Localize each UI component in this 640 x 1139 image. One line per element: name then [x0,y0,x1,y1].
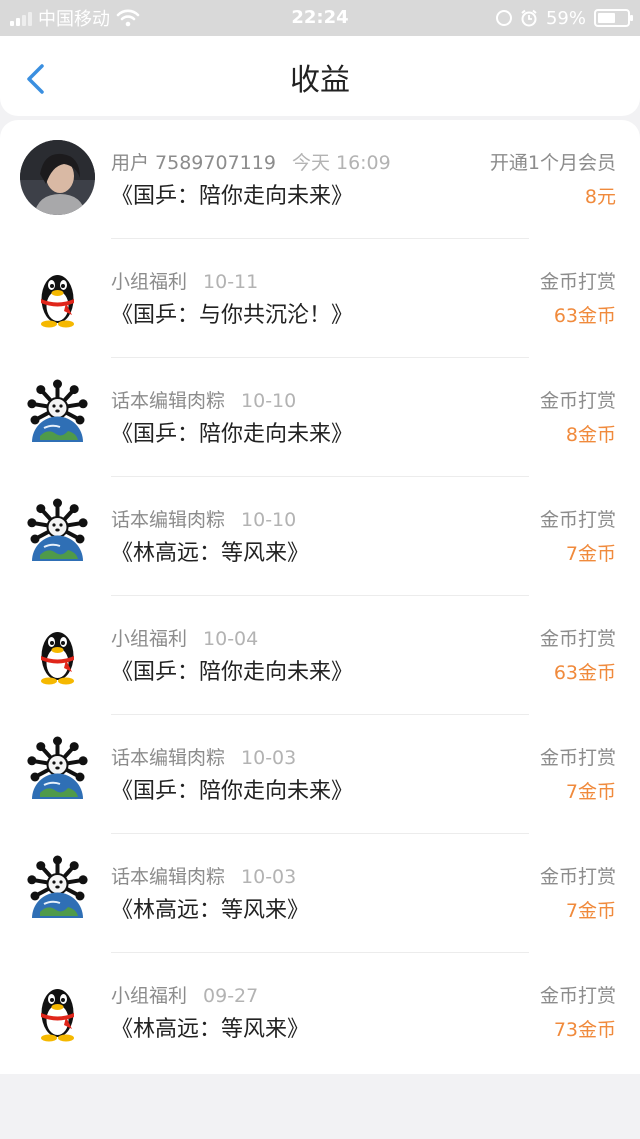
entry-amount: 8金币 [565,424,616,446]
entry-time: 09-27 [203,985,259,1007]
entry-time: 10-04 [203,628,259,650]
avatar[interactable] [20,735,95,810]
entry-meta: 话本编辑肉粽 10-10 [111,505,296,532]
entry-meta: 小组福利 10-04 [111,624,258,651]
entry-type: 金币打赏 [539,509,616,531]
list-item[interactable]: 话本编辑肉粽 10-10 《林高远：等风来》 金币打赏 7金币 [0,477,640,596]
entry-user: 话本编辑肉粽 [111,866,226,888]
status-bar: 中国移动 22:24 59% [0,0,640,36]
entry-time: 10-11 [203,271,259,293]
avatar[interactable] [20,140,95,215]
rotation-lock-icon [495,10,512,26]
entry-type: 开通1个月会员 [489,152,616,174]
entry-book-title: 《国乒：陪你走向未来》 [111,660,354,685]
entry-type: 金币打赏 [539,390,616,412]
list-item[interactable]: 话本编辑肉粽 10-03 《林高远：等风来》 金币打赏 7金币 [0,834,640,953]
entry-book-title: 《国乒：陪你走向未来》 [111,422,354,447]
avatar[interactable] [20,973,95,1048]
entry-user: 小组福利 [111,271,188,293]
entry-time: 10-03 [241,747,297,769]
entry-amount: 63金币 [553,662,616,684]
nav-header: 收益 [0,36,640,116]
avatar[interactable] [20,259,95,334]
entry-user: 用户 7589707119 [111,152,276,174]
entry-type: 金币打赏 [539,628,616,650]
list-item[interactable]: 话本编辑肉粽 10-10 《国乒：陪你走向未来》 金币打赏 8金币 [0,358,640,477]
entry-amount: 8元 [584,186,616,208]
page-title: 收益 [290,63,350,98]
entry-meta: 话本编辑肉粽 10-03 [111,862,296,889]
entry-amount: 7金币 [565,543,616,565]
avatar[interactable] [20,854,95,929]
list-item[interactable]: 用户 7589707119 今天 16:09 《国乒：陪你走向未来》 开通1个月会员 8… [0,120,640,239]
entry-type: 金币打赏 [539,985,616,1007]
list-item[interactable]: 小组福利 10-04 《国乒：陪你走向未来》 金币打赏 63金币 [0,596,640,715]
entry-user: 话本编辑肉粽 [111,390,226,412]
entry-book-title: 《林高远：等风来》 [111,898,310,923]
entry-amount: 73金币 [553,1019,616,1041]
entry-user: 话本编辑肉粽 [111,509,226,531]
entry-amount: 63金币 [553,305,616,327]
entry-time: 10-03 [241,866,297,888]
battery-fill [598,13,615,23]
entry-book-title: 《国乒：陪你走向未来》 [111,779,354,804]
avatar[interactable] [20,497,95,572]
entry-user: 小组福利 [111,985,188,1007]
status-right: 59% [495,0,633,36]
list-item[interactable]: 小组福利 10-11 《国乒：与你共沉沦！》 金币打赏 63金币 [0,239,640,358]
entry-time: 10-10 [241,390,297,412]
entry-type: 金币打赏 [539,747,616,769]
avatar[interactable] [20,378,95,453]
entry-book-title: 《林高远：等风来》 [111,1017,310,1042]
earnings-list: 用户 7589707119 今天 16:09 《国乒：陪你走向未来》 开通1个月会员 8… [0,120,640,1074]
entry-book-title: 《国乒：与你共沉沦！》 [111,303,354,328]
alarm-icon [521,9,537,27]
avatar[interactable] [20,616,95,691]
entry-user: 话本编辑肉粽 [111,747,226,769]
entry-meta: 小组福利 10-11 [111,267,258,294]
list-item[interactable]: 小组福利 09-27 《林高远：等风来》 金币打赏 73金币 [0,953,640,1072]
entry-book-title: 《国乒：陪你走向未来》 [111,184,354,209]
entry-amount: 7金币 [565,781,616,803]
battery-percent: 59% [545,7,586,29]
entry-meta: 话本编辑肉粽 10-03 [111,743,296,770]
entry-type: 金币打赏 [539,866,616,888]
entry-time: 10-10 [241,509,297,531]
entry-meta: 话本编辑肉粽 10-10 [111,386,296,413]
entry-time: 今天 16:09 [291,152,391,174]
entry-meta: 小组福利 09-27 [111,981,258,1008]
entry-type: 金币打赏 [539,271,616,293]
entry-user: 小组福利 [111,628,188,650]
entry-meta: 用户 7589707119 今天 16:09 [111,148,391,175]
entry-book-title: 《林高远：等风来》 [111,541,310,566]
list-item[interactable]: 话本编辑肉粽 10-03 《国乒：陪你走向未来》 金币打赏 7金币 [0,715,640,834]
battery-icon [594,9,633,27]
entry-amount: 7金币 [565,900,616,922]
